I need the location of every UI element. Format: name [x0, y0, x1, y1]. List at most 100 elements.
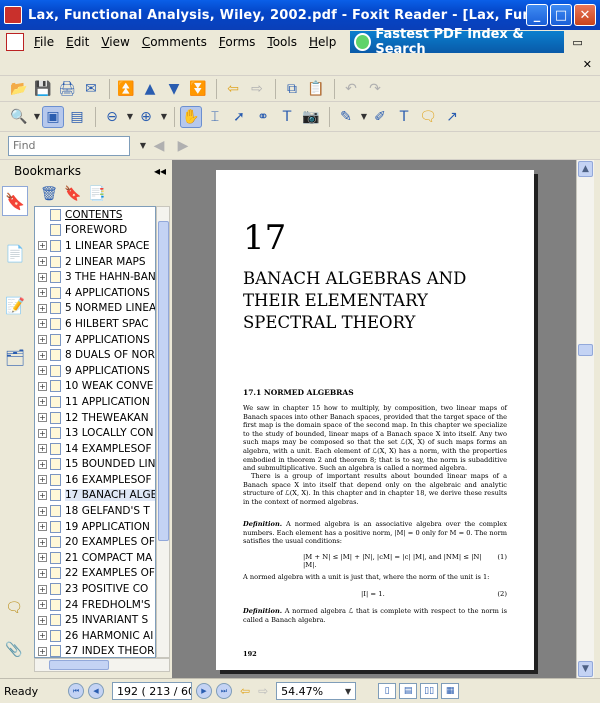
mdi-close-button[interactable]: ✕ — [583, 58, 592, 71]
expand-toggle-icon[interactable]: + — [38, 428, 47, 438]
expand-toggle-icon[interactable]: + — [38, 257, 47, 267]
bookmark-item[interactable]: +14 EXAMPLESOF — [35, 441, 155, 457]
find-previous-icon[interactable]: ◀ — [148, 135, 170, 157]
facing-view-icon[interactable]: ▯▯ — [420, 683, 439, 699]
menu-help[interactable]: Help — [303, 35, 342, 49]
menu-forms[interactable]: Forms — [213, 35, 262, 49]
new-bookmark-icon[interactable]: 🔖 — [62, 183, 84, 205]
scrollbar-thumb[interactable] — [49, 660, 109, 670]
bookmark-item[interactable]: +6 HILBERT SPAC — [35, 316, 155, 332]
bookmark-item[interactable]: +4 APPLICATIONS — [35, 285, 155, 301]
bookmark-item[interactable]: +19 APPLICATION — [35, 519, 155, 535]
expand-toggle-icon[interactable]: + — [38, 506, 47, 516]
previous-page-icon[interactable]: ◀ — [88, 683, 104, 699]
expand-toggle-icon[interactable]: + — [38, 303, 47, 313]
bookmark-item[interactable]: +1 LINEAR SPACE — [35, 238, 155, 254]
expand-toggle-icon[interactable]: + — [38, 522, 47, 532]
expand-toggle-icon[interactable]: + — [38, 459, 47, 469]
pdf-document-icon[interactable] — [6, 33, 24, 51]
bookmark-item[interactable]: +21 COMPACT MA — [35, 550, 155, 566]
bookmark-item[interactable]: +2 LINEAR MAPS — [35, 254, 155, 270]
bookmark-properties-icon[interactable]: 📑 — [86, 183, 108, 205]
next-page-icon[interactable]: ▼ — [163, 78, 185, 100]
bookmark-item[interactable]: CONTENTS — [35, 207, 155, 223]
snapshot-camera-icon[interactable]: 📷 — [300, 106, 322, 128]
attachments-paperclip-icon[interactable]: 📎 — [4, 640, 24, 660]
continuous-facing-view-icon[interactable]: ▦ — [441, 683, 460, 699]
title-bar[interactable]: Lax, Functional Analysis, Wiley, 2002.pd… — [0, 0, 600, 30]
find-binoculars-icon[interactable]: ⚭ — [252, 106, 274, 128]
bookmark-item[interactable]: +16 EXAMPLESOF — [35, 472, 155, 488]
menu-view[interactable]: View — [95, 35, 135, 49]
minimize-button[interactable]: _ — [526, 4, 548, 26]
expand-toggle-icon[interactable]: + — [38, 475, 47, 485]
expand-toggle-icon[interactable]: + — [38, 397, 47, 407]
zoom-out-dropdown-icon[interactable]: ▼ — [125, 112, 135, 121]
pages-tab-icon[interactable]: 📄 — [2, 238, 28, 268]
expand-toggle-icon[interactable]: + — [38, 381, 47, 391]
paste-icon[interactable]: 📋 — [305, 78, 327, 100]
bookmarks-vertical-scrollbar[interactable] — [156, 206, 170, 658]
document-view[interactable]: 17 BANACH ALGEBRAS AND THEIR ELEMENTARY … — [172, 160, 576, 678]
menu-file[interactable]: File — [28, 35, 60, 49]
comments-panel-icon[interactable]: 🗨 — [4, 598, 24, 618]
menu-comments[interactable]: Comments — [136, 35, 213, 49]
bookmark-item[interactable]: +27 INDEX THEOR — [35, 644, 155, 657]
delete-bookmark-icon[interactable]: 🗑 — [38, 183, 60, 205]
bookmark-item[interactable]: +20 EXAMPLES OF — [35, 534, 155, 550]
arrow-tool-icon[interactable]: ↗ — [441, 106, 463, 128]
bookmark-item[interactable]: +15 BOUNDED LIN — [35, 457, 155, 473]
forward-arrow-icon[interactable]: ⇨ — [246, 78, 268, 100]
pencil-dropdown-icon[interactable]: ▼ — [359, 112, 369, 121]
bookmark-item[interactable]: FOREWORD — [35, 223, 155, 239]
note-icon[interactable]: 🗨 — [417, 106, 439, 128]
expand-toggle-icon[interactable]: + — [38, 490, 47, 500]
page-number-input[interactable]: 192 ( 213 / 60 — [112, 682, 192, 700]
bookmark-item[interactable]: +23 POSITIVE CO — [35, 581, 155, 597]
find-dropdown-arrow-icon[interactable]: ▼ — [138, 141, 148, 150]
zoom-in-icon[interactable]: ⊕ — [135, 106, 157, 128]
bookmark-item[interactable]: +18 GELFAND'S T — [35, 503, 155, 519]
first-page-icon[interactable]: ⏫ — [115, 78, 137, 100]
zoom-level-select[interactable]: 54.47% ▼ — [276, 682, 357, 700]
document-vertical-scrollbar[interactable]: ▲ ▼ — [576, 160, 594, 678]
bookmark-item[interactable]: +8 DUALS OF NOR — [35, 347, 155, 363]
expand-toggle-icon[interactable]: + — [38, 413, 47, 423]
expand-toggle-icon[interactable]: + — [38, 600, 47, 610]
highlight-icon[interactable]: ✐ — [369, 106, 391, 128]
redo-icon[interactable]: ↷ — [364, 78, 386, 100]
save-icon[interactable]: 💾 — [32, 78, 54, 100]
back-arrow-icon[interactable]: ⇦ — [240, 684, 250, 698]
zoom-out-icon[interactable]: ⊖ — [101, 106, 123, 128]
next-page-icon[interactable]: ▶ — [196, 683, 212, 699]
expand-toggle-icon[interactable]: + — [38, 319, 47, 329]
fit-page-icon[interactable]: ▣ — [42, 105, 64, 128]
bookmark-item[interactable]: +17 BANACH ALGE — [35, 488, 155, 504]
print-icon[interactable]: 🖨 — [56, 78, 78, 100]
expand-toggle-icon[interactable]: + — [38, 646, 47, 656]
last-page-icon[interactable]: ⏬ — [187, 78, 209, 100]
last-page-icon[interactable]: ⏭ — [216, 683, 232, 699]
bookmark-item[interactable]: +24 FREDHOLM'S — [35, 597, 155, 613]
bookmark-item[interactable]: +5 NORMED LINEA — [35, 301, 155, 317]
continuous-view-icon[interactable]: ▤ — [399, 683, 418, 699]
bookmark-item[interactable]: +11 APPLICATION — [35, 394, 155, 410]
expand-toggle-icon[interactable]: + — [38, 631, 47, 641]
typewriter-icon[interactable]: T — [276, 106, 298, 128]
expand-toggle-icon[interactable]: + — [38, 615, 47, 625]
scroll-down-arrow-icon[interactable]: ▼ — [578, 661, 593, 677]
zoom-in-magnifier-icon[interactable]: 🔍 — [8, 106, 30, 128]
expand-toggle-icon[interactable]: + — [38, 584, 47, 594]
bookmark-item[interactable]: +3 THE HAHN-BAN — [35, 269, 155, 285]
annotations-tab-icon[interactable]: 📝 — [2, 290, 28, 320]
select-text-icon[interactable]: ⌶ — [204, 106, 226, 128]
zoom-in-dropdown-icon[interactable]: ▼ — [159, 112, 169, 121]
collapse-panel-button[interactable]: ◂◂ — [154, 164, 166, 178]
expand-toggle-icon[interactable]: + — [38, 444, 47, 454]
expand-toggle-icon[interactable]: + — [38, 288, 47, 298]
fit-width-icon[interactable]: ▤ — [66, 106, 88, 128]
bookmark-item[interactable]: +10 WEAK CONVE — [35, 379, 155, 395]
email-icon[interactable]: ✉ — [80, 78, 102, 100]
hand-tool-icon[interactable]: ✋ — [180, 105, 202, 128]
expand-toggle-icon[interactable]: + — [38, 335, 47, 345]
